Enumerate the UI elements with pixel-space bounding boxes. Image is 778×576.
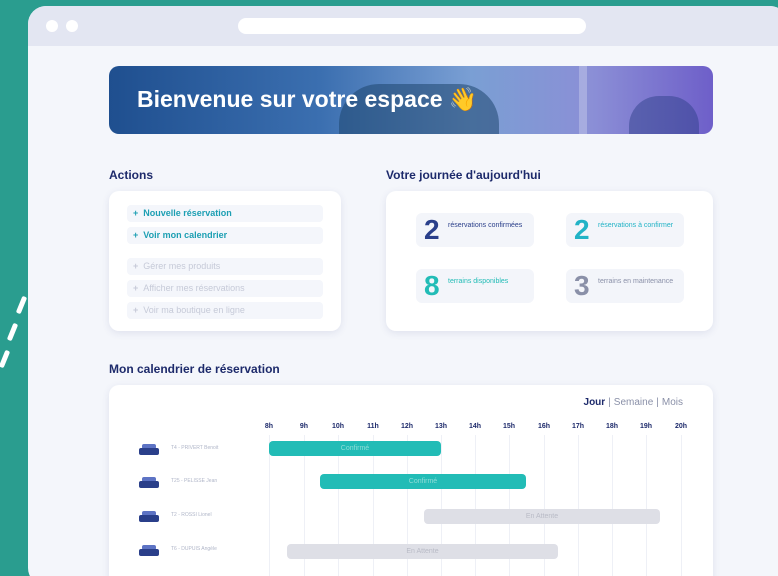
hour-gridline: [269, 435, 270, 576]
view-calendar-link[interactable]: + Voir mon calendrier: [127, 227, 323, 244]
hour-label: 16h: [537, 423, 551, 430]
window-control-dot[interactable]: [46, 20, 58, 32]
hour-label: 17h: [571, 423, 585, 430]
bed-icon: [139, 510, 159, 522]
hour-gridline: [646, 435, 647, 576]
hour-label: 20h: [674, 423, 688, 430]
stat-label: terrains en maintenance: [598, 278, 674, 285]
decorative-dash: [0, 349, 11, 369]
hour-label: 14h: [468, 423, 482, 430]
calendar-card: Jour | Semaine | Mois 8h 9h 10h 11h 12h 13h …: [109, 385, 713, 576]
actions-card: + Nouvelle réservation + Voir mon calendri…: [109, 191, 341, 331]
actions-title: Actions: [109, 168, 154, 182]
hour-label: 9h: [299, 423, 309, 430]
view-month-tab[interactable]: Mois: [662, 397, 683, 408]
stat-available-fields[interactable]: 8 terrains disponibles: [416, 269, 534, 303]
manage-products-link[interactable]: + Gérer mes produits: [127, 258, 323, 275]
reservation-bar[interactable]: Confirmé: [320, 474, 526, 489]
view-separator: |: [608, 397, 611, 408]
hour-gridline: [681, 435, 682, 576]
day-summary-card: 2 réservations confirmées 2 réservations…: [386, 191, 713, 331]
room-label: T4 - PRIVERT Benoit: [171, 445, 219, 451]
calendar-view-toggle: Jour | Semaine | Mois: [584, 397, 683, 408]
stat-value: 2: [424, 214, 440, 245]
welcome-banner: Bienvenue sur votre espace 👋: [109, 66, 713, 134]
new-reservation-link[interactable]: + Nouvelle réservation: [127, 205, 323, 222]
bed-icon: [139, 544, 159, 556]
plus-icon: +: [133, 305, 139, 315]
stat-value: 3: [574, 270, 590, 301]
hour-gridline: [612, 435, 613, 576]
hour-label: 13h: [434, 423, 448, 430]
show-reservations-link[interactable]: + Afficher mes réservations: [127, 280, 323, 297]
decorative-dash: [6, 322, 19, 342]
hour-label: 8h: [264, 423, 274, 430]
hour-label: 18h: [605, 423, 619, 430]
browser-titlebar: [28, 6, 778, 46]
banner-photo-lamp: [579, 66, 587, 134]
bed-icon: [139, 476, 159, 488]
hour-label: 11h: [367, 423, 379, 430]
stat-value: 8: [424, 270, 440, 301]
calendar-title: Mon calendrier de réservation: [109, 362, 280, 376]
stat-label: terrains disponibles: [448, 278, 509, 285]
banner-title: Bienvenue sur votre espace 👋: [137, 86, 478, 112]
online-shop-link[interactable]: + Voir ma boutique en ligne: [127, 302, 323, 319]
decorative-dash: [15, 295, 28, 315]
hour-label: 10h: [331, 423, 345, 430]
window-control-dot[interactable]: [66, 20, 78, 32]
plus-icon: +: [133, 208, 139, 218]
room-label: T2 - ROSSI Lionel: [171, 512, 212, 518]
view-separator: |: [656, 397, 659, 408]
reservation-bar[interactable]: Confirmé: [269, 441, 441, 456]
banner-photo-chair: [629, 96, 699, 134]
browser-window: Bienvenue sur votre espace 👋 Actions + No…: [28, 6, 778, 576]
stat-label: réservations confirmées: [448, 222, 523, 229]
plus-icon: +: [133, 283, 139, 293]
hour-label: 19h: [639, 423, 653, 430]
room-label: T25 - PELISSE Jean: [171, 478, 218, 484]
stat-confirmed-reservations[interactable]: 2 réservations confirmées: [416, 213, 534, 247]
hour-label: 12h: [400, 423, 414, 430]
stat-label: réservations à confirmer: [598, 222, 674, 229]
plus-icon: +: [133, 261, 139, 271]
view-week-tab[interactable]: Semaine: [614, 397, 653, 408]
address-bar[interactable]: [238, 18, 586, 34]
room-label: T6 - DUPUIS Angèle: [171, 546, 217, 552]
hour-label: 15h: [502, 423, 516, 430]
bed-icon: [139, 443, 159, 455]
hour-gridline: [578, 435, 579, 576]
stat-value: 2: [574, 214, 590, 245]
stat-maintenance-fields[interactable]: 3 terrains en maintenance: [566, 269, 684, 303]
reservation-bar[interactable]: En Attente: [424, 509, 660, 524]
day-summary-title: Votre journée d'aujourd'hui: [386, 168, 541, 182]
reservation-bar[interactable]: En Attente: [287, 544, 558, 559]
view-day-tab[interactable]: Jour: [584, 397, 606, 408]
plus-icon: +: [133, 230, 139, 240]
stat-pending-reservations[interactable]: 2 réservations à confirmer: [566, 213, 684, 247]
